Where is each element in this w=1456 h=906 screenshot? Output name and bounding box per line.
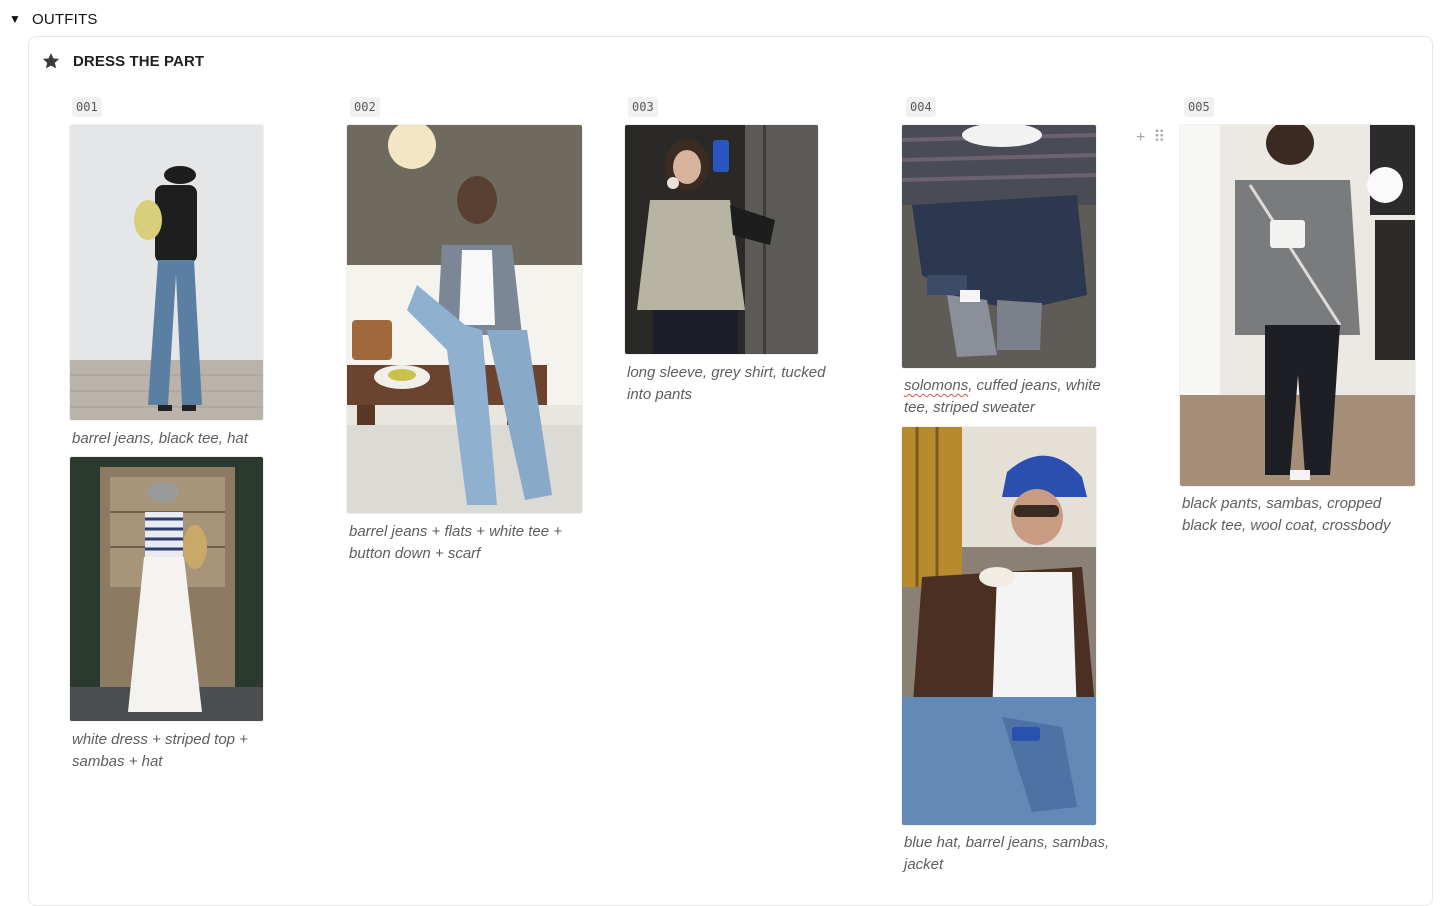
- column-number-004: 004: [906, 97, 936, 117]
- block-handles: + ⠿: [1136, 130, 1165, 146]
- drag-handle-icon[interactable]: ⠿: [1153, 130, 1165, 146]
- photo-outfit-004b[interactable]: [902, 427, 1096, 825]
- caption-outfit-001a: barrel jeans, black tee, hat: [72, 430, 248, 447]
- star-icon[interactable]: [41, 51, 61, 71]
- photo-outfit-005[interactable]: [1180, 125, 1415, 486]
- spellcheck-flagged-word[interactable]: solomons: [904, 377, 968, 394]
- caption-outfit-003: long sleeve, grey shirt, tucked into pan…: [627, 364, 826, 403]
- caption-outfit-004a: solomons, cuffed jeans, white tee, strip…: [904, 375, 1119, 419]
- caption-outfit-005: black pants, sambas, cropped black tee, …: [1182, 495, 1391, 534]
- add-block-icon[interactable]: +: [1136, 130, 1145, 146]
- toggle-arrow-icon[interactable]: ▼: [8, 13, 22, 25]
- photo-outfit-004a[interactable]: [902, 125, 1096, 368]
- column-number-005: 005: [1184, 97, 1214, 117]
- toggle-title: OUTFITS: [32, 10, 98, 28]
- caption-outfit-002: barrel jeans + flats + white tee + butto…: [349, 523, 563, 562]
- column-number-003: 003: [628, 97, 658, 117]
- column-number-001: 001: [72, 97, 102, 117]
- photo-outfit-002[interactable]: [347, 125, 582, 513]
- caption-outfit-004b: blue hat, barrel jeans, sambas, jacket: [904, 834, 1110, 873]
- column-number-002: 002: [350, 97, 380, 117]
- photo-outfit-001a[interactable]: [70, 125, 263, 420]
- caption-outfit-001b: white dress + striped top + sambas + hat: [72, 731, 248, 770]
- photo-outfit-001b[interactable]: [70, 457, 263, 721]
- photo-outfit-003[interactable]: [625, 125, 818, 354]
- callout-title: DRESS THE PART: [73, 52, 205, 70]
- callout-header: DRESS THE PART: [41, 51, 204, 71]
- outfits-toggle[interactable]: ▼ OUTFITS: [8, 8, 98, 30]
